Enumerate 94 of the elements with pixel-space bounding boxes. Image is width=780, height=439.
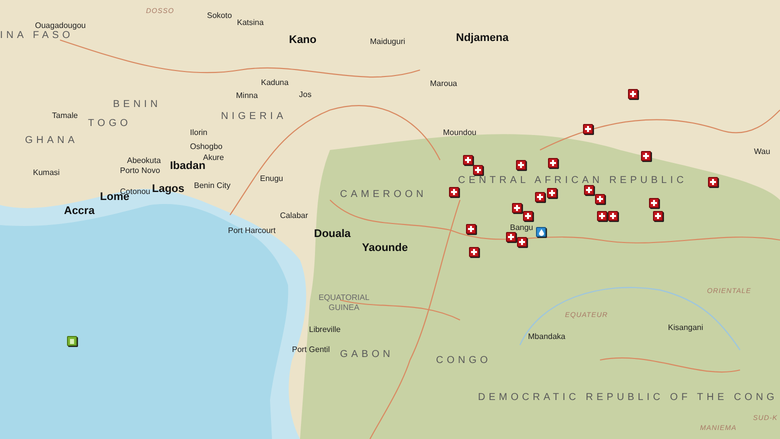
- country-label: NIGERIA: [221, 112, 287, 122]
- cross-icon: [508, 234, 514, 240]
- city-label: Ilorin: [190, 127, 208, 139]
- medical-cross-marker[interactable]: [548, 158, 558, 168]
- country-label: BENIN: [113, 100, 162, 110]
- city-label: Benin City: [194, 180, 230, 192]
- country-label: DEMOCRATIC REPUBLIC OF THE CONG: [478, 393, 778, 403]
- water-drop-marker[interactable]: [536, 227, 546, 237]
- cross-icon: [468, 226, 474, 232]
- country-label: CONGO: [436, 356, 492, 366]
- country-label: CAMEROON: [340, 190, 427, 200]
- cross-icon: [651, 200, 657, 206]
- cross-icon: [550, 160, 556, 166]
- medical-cross-marker[interactable]: [597, 211, 607, 221]
- city-label: Douala: [314, 227, 351, 242]
- medical-cross-marker[interactable]: [516, 160, 526, 170]
- city-label: Akure: [203, 152, 224, 162]
- cross-icon: [537, 194, 543, 200]
- city-label: Kisangani: [668, 322, 704, 334]
- city-label: Bangu: [510, 222, 534, 234]
- country-label: EQUATORIAL GUINEA: [318, 293, 370, 313]
- cross-icon: [585, 126, 591, 132]
- medical-cross-marker[interactable]: [708, 177, 718, 187]
- country-label: GABON: [340, 350, 394, 360]
- medical-cross-marker[interactable]: [535, 192, 545, 202]
- cross-icon: [525, 213, 531, 219]
- cross-icon: [519, 239, 525, 245]
- city-label: Moundou: [443, 127, 476, 139]
- medical-cross-marker[interactable]: [449, 187, 459, 197]
- city-label: Maroua: [430, 78, 458, 90]
- medical-cross-marker[interactable]: [466, 224, 476, 234]
- city-label: Ouagadougou: [35, 20, 86, 31]
- city-label: Mbandaka: [528, 331, 566, 343]
- country-label: TOGO: [88, 119, 132, 129]
- city-label: Libreville: [309, 324, 341, 336]
- medical-cross-marker[interactable]: [523, 211, 533, 221]
- country-label: CENTRAL AFRICAN REPUBLIC: [458, 176, 688, 186]
- medical-cross-marker[interactable]: [463, 155, 473, 165]
- cross-icon: [475, 167, 481, 173]
- medical-cross-marker[interactable]: [517, 237, 527, 247]
- cross-icon: [451, 189, 457, 195]
- country-label: INA FASO: [0, 31, 74, 41]
- city-label: Port Gentil: [292, 344, 330, 356]
- city-label: Ibadan: [170, 160, 206, 174]
- medical-cross-marker[interactable]: [595, 194, 605, 204]
- medical-cross-marker[interactable]: [653, 211, 663, 221]
- city-label: Tamale: [52, 110, 78, 122]
- cross-icon: [599, 213, 605, 219]
- medical-cross-marker[interactable]: [608, 211, 618, 221]
- cross-icon: [514, 205, 520, 211]
- medical-cross-marker[interactable]: [469, 247, 479, 257]
- city-label: Maiduguri: [370, 36, 406, 48]
- city-label: Kano: [289, 33, 316, 48]
- cross-icon: [630, 91, 636, 97]
- city-label: Minna: [236, 90, 258, 102]
- city-label: Accra: [64, 204, 95, 219]
- city-label: Lagos: [152, 182, 184, 197]
- cross-icon: [518, 162, 524, 168]
- city-label: Oshogbo: [190, 141, 222, 153]
- medical-cross-marker[interactable]: [512, 203, 522, 213]
- cross-icon: [655, 213, 661, 219]
- city-label: Katsina: [237, 17, 264, 29]
- cross-icon: [643, 153, 649, 159]
- city-label: Jos: [299, 89, 312, 101]
- city-label: Yaounde: [362, 241, 408, 256]
- medical-cross-marker[interactable]: [649, 198, 659, 208]
- city-label: Ndjamena: [456, 31, 509, 46]
- medical-cross-marker[interactable]: [641, 151, 651, 161]
- city-label: Wau: [754, 146, 770, 158]
- cross-icon: [610, 213, 616, 219]
- city-label: Enugu: [260, 173, 284, 185]
- city-label: Kaduna: [261, 77, 289, 89]
- city-label: Sokoto: [207, 10, 232, 22]
- medical-cross-marker[interactable]: [473, 165, 483, 175]
- city-label: Abeokuta: [127, 155, 161, 167]
- city-label: Port Harcourt: [228, 225, 276, 237]
- cross-icon: [465, 157, 471, 163]
- cross-icon: [597, 196, 603, 202]
- cross-icon: [710, 179, 716, 185]
- cross-icon: [586, 187, 592, 193]
- city-label: Porto Novo: [120, 165, 160, 177]
- cross-icon: [471, 249, 477, 255]
- city-label: Calabar: [280, 210, 308, 222]
- medical-cross-marker[interactable]: [628, 89, 638, 99]
- city-label: Kumasi: [33, 167, 60, 179]
- medical-cross-marker[interactable]: [506, 232, 516, 242]
- cross-icon: [549, 190, 555, 196]
- square-icon: [70, 338, 74, 344]
- water-drop-icon: [538, 228, 544, 236]
- square-marker[interactable]: [67, 336, 77, 346]
- country-label: GHANA: [25, 136, 78, 146]
- medical-cross-marker[interactable]: [583, 124, 593, 134]
- medical-cross-marker[interactable]: [584, 185, 594, 195]
- medical-cross-marker[interactable]: [547, 188, 557, 198]
